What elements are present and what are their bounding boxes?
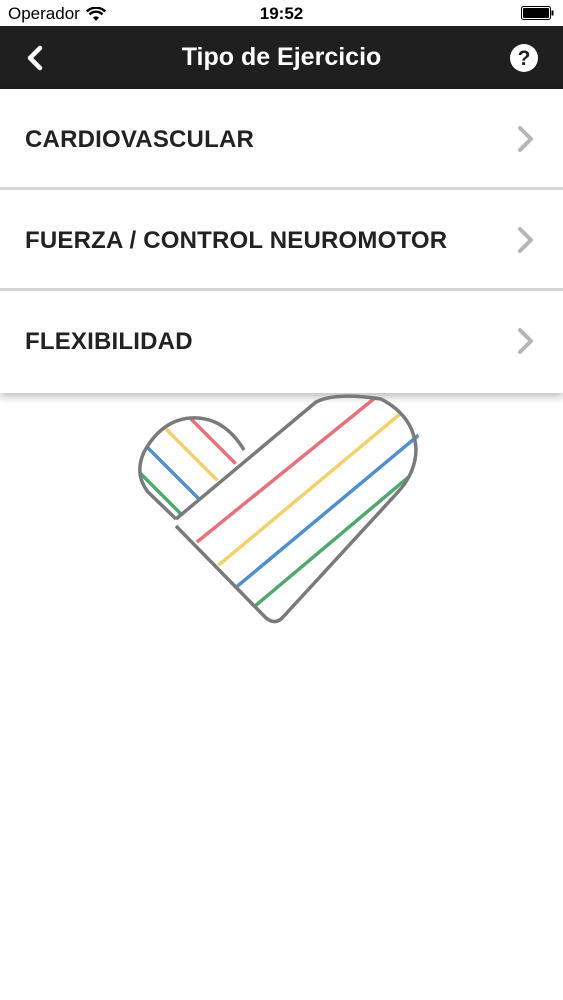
menu-item-flexibilidad[interactable]: FLEXIBILIDAD (0, 291, 563, 393)
menu-item-label: FUERZA / CONTROL NEUROMOTOR (25, 227, 448, 254)
svg-text:?: ? (518, 47, 531, 70)
chevron-right-icon (518, 227, 533, 253)
striped-heart-logo (138, 394, 421, 624)
menu-item-cardiovascular[interactable]: CARDIOVASCULAR (0, 89, 563, 190)
battery-icon (521, 6, 554, 20)
help-question-icon[interactable]: ? (509, 43, 539, 73)
chevron-right-icon (518, 126, 533, 152)
page-title: Tipo de Ejercicio (181, 43, 382, 71)
status-time: 19:52 (259, 4, 304, 23)
chevron-right-icon (518, 328, 533, 354)
status-bar: Operador 19:52 (0, 0, 563, 26)
menu-item-label: FLEXIBILIDAD (25, 328, 193, 355)
menu-item-label: CARDIOVASCULAR (25, 126, 255, 153)
exercise-type-list: CARDIOVASCULAR FUERZA / CONTROL NEUROMOT… (0, 89, 563, 393)
menu-item-fuerza-control-neuromotor[interactable]: FUERZA / CONTROL NEUROMOTOR (0, 190, 563, 291)
navigation-bar: Tipo de Ejercicio ? (0, 26, 563, 89)
